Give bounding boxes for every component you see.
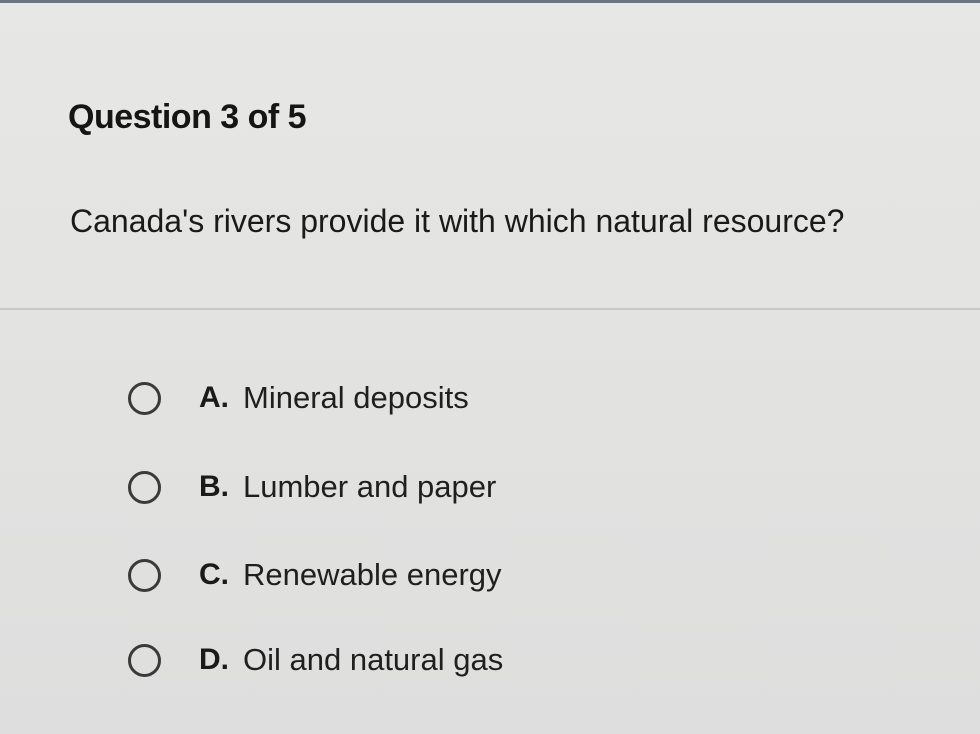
radio-button-icon[interactable] bbox=[128, 381, 161, 415]
option-label: Oil and natural gas bbox=[243, 642, 504, 677]
option-c[interactable]: C. Renewable energy bbox=[128, 547, 502, 603]
option-label: Renewable energy bbox=[243, 557, 502, 592]
option-label: Mineral deposits bbox=[243, 380, 469, 415]
option-letter: A. bbox=[199, 381, 229, 414]
radio-button-icon[interactable] bbox=[128, 643, 161, 677]
option-a[interactable]: A. Mineral deposits bbox=[128, 370, 469, 426]
question-counter: Question 3 of 5 bbox=[68, 98, 307, 136]
option-d[interactable]: D. Oil and natural gas bbox=[128, 632, 503, 688]
option-b[interactable]: B. Lumber and paper bbox=[128, 459, 496, 515]
option-letter: D. bbox=[199, 643, 229, 676]
option-letter: B. bbox=[199, 470, 229, 503]
radio-button-icon[interactable] bbox=[128, 470, 161, 504]
top-border bbox=[0, 0, 980, 3]
option-letter: C. bbox=[199, 558, 229, 591]
question-prompt: Canada's rivers provide it with which na… bbox=[70, 203, 845, 239]
divider bbox=[0, 308, 980, 310]
radio-button-icon[interactable] bbox=[128, 558, 161, 592]
option-label: Lumber and paper bbox=[243, 469, 497, 504]
